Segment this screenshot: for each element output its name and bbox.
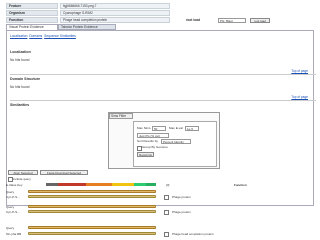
- hit-select-checkbox[interactable]: [164, 195, 169, 200]
- sort-select[interactable]: Percent Identity: [161, 139, 191, 144]
- function-row: Function Phage head completion protein r…: [6, 17, 314, 23]
- sims-filter-box: Sims Filter Max Sims 50 Max E-val 1e-5 J…: [108, 112, 220, 169]
- similarities-heading: Similarities: [10, 103, 30, 107]
- hit-select-checkbox[interactable]: [164, 232, 169, 237]
- sims-filter-form: Max Sims 50 Max E-val 1e-5 Just PG (% cu…: [133, 121, 217, 167]
- max-sims-input[interactable]: 50: [152, 126, 166, 131]
- localization-none: No hits found: [10, 58, 30, 62]
- domain-structure-heading: Domain Structure: [10, 77, 41, 81]
- subject-bar[interactable]: [28, 210, 156, 213]
- max-sims-label: Max Sims: [137, 126, 151, 130]
- subject-bar[interactable]: [28, 195, 156, 198]
- query-bar: [28, 205, 156, 208]
- scale-count: [3]: [166, 182, 170, 187]
- hit-function: Phage protein: [172, 195, 191, 199]
- include-query-label: include query: [13, 176, 31, 181]
- hit-function: Phage head completion protein: [172, 232, 214, 236]
- align-selected-button[interactable]: Align Selected: [8, 170, 38, 175]
- root-select[interactable]: PG: Blast: [218, 17, 246, 23]
- resubmit-button[interactable]: Resubmit: [137, 152, 154, 157]
- evalue-key-label: E-Value Key: [6, 183, 23, 187]
- sims-filter-title: Sims Filter: [109, 113, 133, 119]
- root-load-button[interactable]: root load: [250, 17, 270, 23]
- hit-subject-label[interactable]: Cyn.P-S...: [6, 210, 20, 214]
- organism-value: Cyanophage S-RIM2: [60, 10, 170, 16]
- scale-segment: [86, 183, 112, 186]
- function-value: Phage head completion protein: [60, 17, 170, 23]
- feature-value: fig|6666666.7153.peg.7: [60, 3, 170, 9]
- sort-label: Sort Results by: [137, 139, 158, 143]
- organism-row: Organism Cyanophage S-RIM2: [6, 10, 314, 16]
- evalue-key-scale: [46, 183, 156, 186]
- hit-query-label: Query: [6, 226, 15, 230]
- subject-bar[interactable]: [28, 232, 156, 235]
- fasta-download-button[interactable]: Fasta Download Selected: [40, 170, 88, 175]
- query-bar: [28, 190, 156, 193]
- filter-select[interactable]: Just PG (% cut): [137, 133, 169, 138]
- scale-segment: [46, 183, 58, 186]
- hit-subject-label[interactable]: Cyn.P-S...: [6, 195, 20, 199]
- hit-function: Phage protein: [172, 210, 191, 214]
- hit-query-label: Query: [6, 190, 15, 194]
- scale-segment: [112, 183, 134, 186]
- top-of-page-link-1[interactable]: Top of page: [291, 69, 308, 73]
- max-eval-label: Max E-val: [169, 126, 183, 130]
- scale-segment: [146, 183, 156, 186]
- divider: [10, 74, 316, 75]
- group-by-genome-label: Group By Genome: [142, 145, 168, 149]
- domain-none: No hits found: [10, 85, 30, 89]
- feature-row: Feature fig|6666666.7153.peg.7: [6, 3, 314, 9]
- scale-segment: [58, 183, 86, 186]
- hit-query-label: Query: [6, 205, 15, 209]
- top-of-page-link-2[interactable]: Top of page: [291, 95, 308, 99]
- localization-heading: Localization: [10, 50, 31, 54]
- hit-subject-label[interactable]: Sin.pha.RB: [6, 232, 21, 236]
- query-bar: [28, 226, 156, 229]
- feature-label: Feature: [6, 3, 58, 9]
- function-label: Function: [6, 17, 58, 23]
- scale-segment: [134, 183, 146, 186]
- max-eval-input[interactable]: 1e-5: [185, 126, 199, 131]
- function-header: Function: [234, 182, 247, 187]
- organism-label: Organism: [6, 10, 58, 16]
- hit-select-checkbox[interactable]: [164, 210, 169, 215]
- divider: [10, 100, 316, 101]
- root-load-label: root load: [186, 18, 201, 22]
